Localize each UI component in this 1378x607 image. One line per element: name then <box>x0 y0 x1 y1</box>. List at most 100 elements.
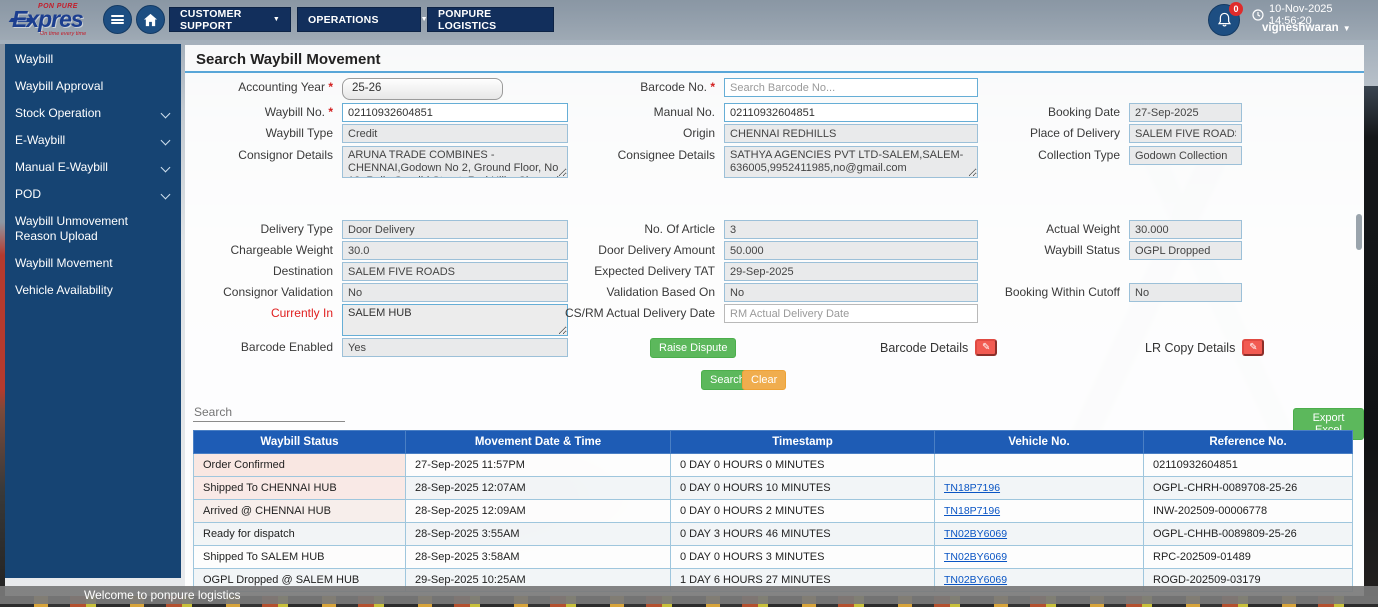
field-label: Barcode Enabled <box>185 338 333 354</box>
chargeable-weight-input <box>342 241 568 260</box>
field-collection-type: Collection Type <box>940 146 1242 165</box>
column-header-vehicle-no[interactable]: Vehicle No. <box>935 431 1144 454</box>
field-delivery-type: Delivery Type <box>185 220 568 239</box>
menu-toggle-button[interactable] <box>103 5 132 34</box>
field-accounting-year: Accounting Year 25-26 <box>185 78 503 100</box>
vehicle-no-link[interactable]: TN02BY6069 <box>944 528 1007 540</box>
cell-timestamp: 0 DAY 0 HOURS 10 MINUTES <box>671 477 935 500</box>
sidebar-item-pod[interactable]: POD <box>5 181 181 208</box>
sidebar-item-stock-operation[interactable]: Stock Operation <box>5 100 181 127</box>
field-label: Destination <box>185 262 333 278</box>
vehicle-no-link[interactable]: TN18P7196 <box>944 505 1000 517</box>
field-label: Place of Delivery <box>940 124 1120 140</box>
clear-button[interactable]: Clear <box>742 370 786 390</box>
vehicle-no-link[interactable]: TN18P7196 <box>944 482 1000 494</box>
field-label: Booking Date <box>940 103 1120 119</box>
page-title: Search Waybill Movement <box>196 51 381 68</box>
field-booking-date: Booking Date <box>940 103 1242 122</box>
cell-vehicle: TN18P7196 <box>935 477 1144 500</box>
field-barcode-no: Barcode No. <box>540 78 978 97</box>
nav-operations[interactable]: OPERATIONS ▼ <box>297 7 421 32</box>
sidebar-item-label: E-Waybill <box>15 133 65 147</box>
table-row: Shipped To SALEM HUB 28-Sep-2025 3:58AM … <box>194 546 1353 569</box>
cell-status: Shipped To CHENNAI HUB <box>194 477 406 500</box>
field-expected-delivery-tat: Expected Delivery TAT <box>540 262 978 281</box>
notifications-button[interactable]: 0 <box>1208 4 1240 36</box>
field-label: Waybill No. <box>185 103 333 119</box>
cell-vehicle: TN18P7196 <box>935 500 1144 523</box>
home-button[interactable] <box>136 5 165 34</box>
sidebar-item-waybill[interactable]: Waybill <box>5 46 181 73</box>
field-currently-in: Currently In SALEM HUB <box>185 304 568 336</box>
vehicle-no-link[interactable]: TN02BY6069 <box>944 551 1007 563</box>
destination-input <box>342 262 568 281</box>
edit-icon: ✎ <box>982 342 990 353</box>
field-label: Delivery Type <box>185 220 333 236</box>
column-header-movement-datetime[interactable]: Movement Date & Time <box>406 431 671 454</box>
place-of-delivery-input <box>1129 124 1242 143</box>
consignor-details-textarea: ARUNA TRADE COMBINES - CHENNAI,Godown No… <box>342 146 568 178</box>
table-row: Arrived @ CHENNAI HUB 28-Sep-2025 12:09A… <box>194 500 1353 523</box>
sidebar-item-label: Waybill Unmovement Reason Upload <box>15 214 128 243</box>
field-label: Consignee Details <box>540 146 715 162</box>
bell-icon <box>1217 12 1232 28</box>
column-header-timestamp[interactable]: Timestamp <box>671 431 935 454</box>
title-divider <box>185 71 1364 73</box>
background-photo-right-strip <box>1364 86 1378 598</box>
cell-status: Ready for dispatch <box>194 523 406 546</box>
nav-ponpure-logistics-label: PONPURE LOGISTICS <box>438 8 543 32</box>
field-booking-within-cutoff: Booking Within Cutoff <box>940 283 1242 302</box>
sidebar-item-e-waybill[interactable]: E-Waybill <box>5 127 181 154</box>
booking-date-input <box>1129 103 1242 122</box>
lr-copy-details-edit-button[interactable]: ✎ <box>1242 339 1264 356</box>
barcode-no-input[interactable] <box>724 78 978 97</box>
expected-delivery-tat-input <box>724 262 978 281</box>
field-barcode-enabled: Barcode Enabled <box>185 338 568 357</box>
raise-dispute-button[interactable]: Raise Dispute <box>650 338 736 358</box>
cell-datetime: 28-Sep-2025 12:09AM <box>406 500 671 523</box>
cell-datetime: 27-Sep-2025 11:57PM <box>406 454 671 477</box>
field-label: No. Of Article <box>540 220 715 236</box>
field-origin: Origin <box>540 124 978 143</box>
sidebar-item-label: Stock Operation <box>15 106 101 120</box>
sidebar-item-waybill-movement[interactable]: Waybill Movement <box>5 250 181 277</box>
cell-reference: OGPL-CHRH-0089708-25-26 <box>1144 477 1353 500</box>
nav-ponpure-logistics[interactable]: PONPURE LOGISTICS <box>427 7 554 32</box>
brand-logo[interactable]: PON PURE Expres On time every time <box>10 2 105 38</box>
cell-timestamp: 0 DAY 0 HOURS 3 MINUTES <box>671 546 935 569</box>
sidebar-item-vehicle-availability[interactable]: Vehicle Availability <box>5 277 181 304</box>
field-consignee-details: Consignee Details SATHYA AGENCIES PVT LT… <box>540 146 978 178</box>
barcode-details-edit-button[interactable]: ✎ <box>975 339 997 356</box>
vehicle-no-link[interactable]: TN02BY6069 <box>944 574 1007 586</box>
field-label: Accounting Year <box>185 78 333 94</box>
brand-logo-tagline: On time every time <box>40 31 86 37</box>
accounting-year-select[interactable]: 25-26 <box>342 78 503 100</box>
waybill-no-input[interactable] <box>342 103 568 122</box>
field-label: Consignor Details <box>185 146 333 162</box>
field-label: Chargeable Weight <box>185 241 333 257</box>
sidebar-item-manual-e-waybill[interactable]: Manual E-Waybill <box>5 154 181 181</box>
sidebar-item-waybill-approval[interactable]: Waybill Approval <box>5 73 181 100</box>
table-search-input[interactable] <box>193 403 345 422</box>
field-label: Waybill Status <box>940 241 1120 257</box>
edit-icon: ✎ <box>1249 342 1257 353</box>
cell-status: Shipped To SALEM HUB <box>194 546 406 569</box>
vertical-scrollbar[interactable] <box>1356 214 1362 250</box>
chevron-down-icon: ▼ <box>273 16 280 23</box>
home-icon <box>143 13 158 27</box>
cell-datetime: 28-Sep-2025 3:55AM <box>406 523 671 546</box>
waybill-movement-table: Waybill Status Movement Date & Time Time… <box>193 430 1353 592</box>
cell-status: Arrived @ CHENNAI HUB <box>194 500 406 523</box>
cell-vehicle: TN02BY6069 <box>935 546 1144 569</box>
user-menu[interactable]: vigneshwaran▼ <box>1262 22 1351 34</box>
field-door-delivery-amount: Door Delivery Amount <box>540 241 978 260</box>
column-header-reference-no[interactable]: Reference No. <box>1144 431 1353 454</box>
sidebar-item-label: Waybill <box>15 52 53 66</box>
sidebar-item-waybill-unmovement-reason-upload[interactable]: Waybill Unmovement Reason Upload <box>5 208 175 250</box>
nav-customer-support[interactable]: CUSTOMER SUPPORT ▼ <box>169 7 291 32</box>
field-label: Booking Within Cutoff <box>940 283 1120 299</box>
sidebar-item-label: Vehicle Availability <box>15 283 113 297</box>
field-label: Barcode No. <box>540 78 715 94</box>
column-header-waybill-status[interactable]: Waybill Status <box>194 431 406 454</box>
field-label: CS/RM Actual Delivery Date <box>540 304 715 320</box>
